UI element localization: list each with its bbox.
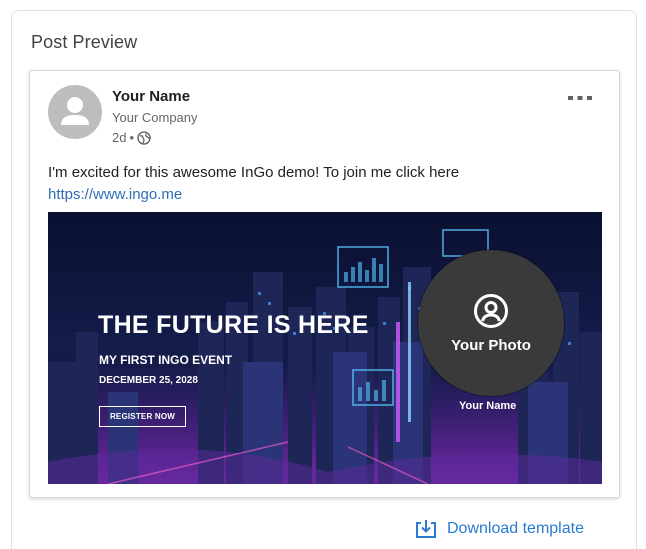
post-body: I'm excited for this awesome InGo demo! …	[48, 162, 608, 206]
your-photo-placeholder[interactable]: Your Photo	[418, 250, 564, 396]
meta-separator: •	[129, 130, 135, 145]
register-now-button[interactable]: REGISTER NOW	[99, 406, 186, 427]
user-circle-icon	[474, 293, 508, 328]
more-options-icon	[568, 96, 592, 100]
avatar	[48, 85, 102, 139]
your-photo-label: Your Photo	[451, 336, 531, 354]
author-company: Your Company	[112, 110, 198, 125]
banner-headline: THE FUTURE IS HERE	[98, 311, 369, 339]
post-text: I'm excited for this awesome InGo demo! …	[48, 164, 460, 181]
post-age: 2d	[112, 130, 127, 145]
banner-event-name: MY FIRST INGO EVENT	[99, 353, 233, 367]
banner-event-date: DECEMBER 25, 2028	[99, 375, 198, 386]
download-template-label: Download template	[447, 520, 584, 537]
post-preview-panel: Post Preview Your Name Your Company 2d •	[11, 10, 637, 549]
post-link[interactable]: https://www.ingo.me	[48, 184, 608, 206]
person-icon	[61, 97, 89, 125]
panel-title: Post Preview	[31, 32, 138, 52]
post-card: Your Name Your Company 2d • I'm excited …	[29, 70, 620, 498]
download-template-button[interactable]: Download template	[415, 519, 584, 539]
more-options-button[interactable]	[567, 89, 593, 107]
event-banner: THE FUTURE IS HERE MY FIRST INGO EVENT D…	[48, 212, 602, 484]
author-name[interactable]: Your Name	[112, 88, 190, 105]
download-icon	[416, 520, 436, 538]
post-meta: 2d •	[112, 130, 151, 145]
globe-icon	[137, 130, 151, 145]
banner-name-label: Your Name	[459, 400, 517, 412]
